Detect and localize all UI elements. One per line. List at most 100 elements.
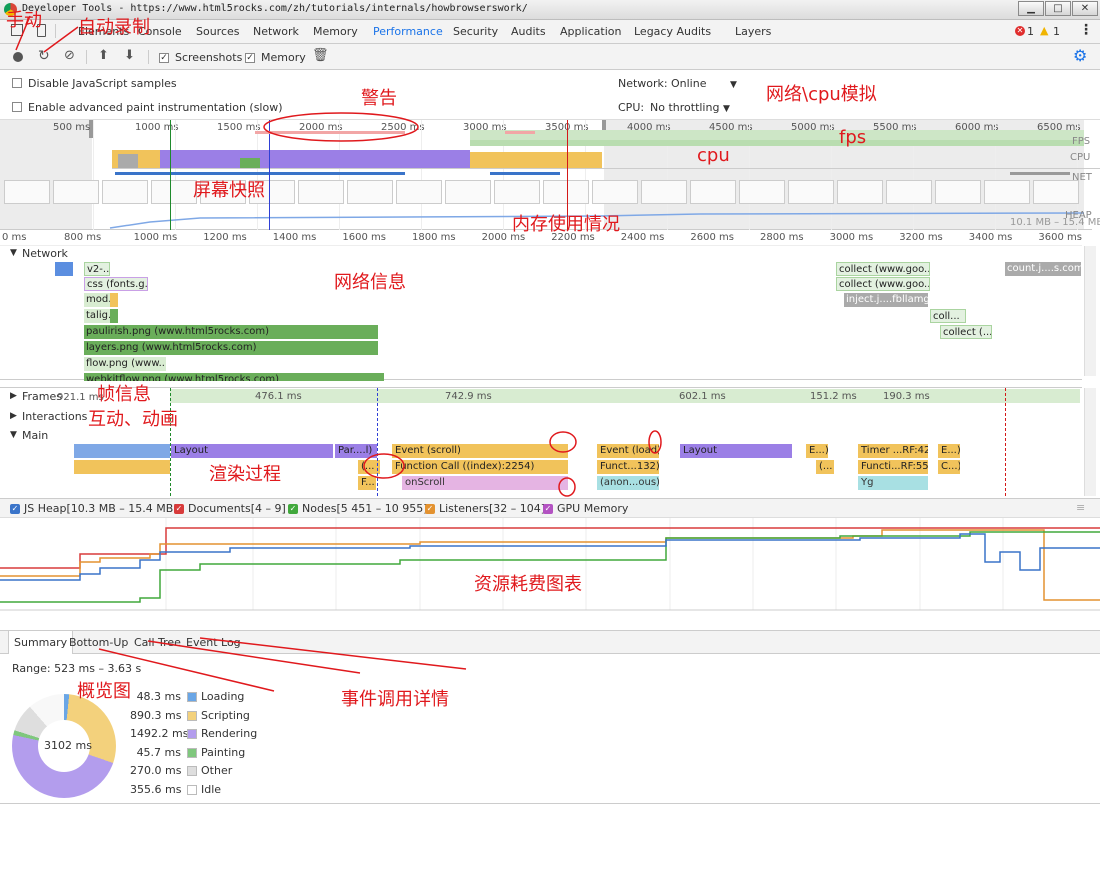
more-menu-icon[interactable]: ⋮ [1079,22,1093,38]
main-event[interactable]: Timer ...RF:42) [858,444,928,458]
tab-performance[interactable]: Performance [373,25,443,38]
screenshot-thumbnail[interactable] [592,180,638,204]
screenshot-thumbnail[interactable] [1033,180,1079,204]
network-request[interactable]: layers.png (www.html5rocks.com) [84,341,378,355]
network-scrollbar[interactable] [1084,246,1096,376]
tab-network[interactable]: Network [253,25,299,38]
screenshot-thumbnail[interactable] [151,180,197,204]
tab-layers[interactable]: Layers [735,25,771,38]
minimize-button[interactable]: ▁ [1018,1,1044,16]
screenshot-thumbnail[interactable] [886,180,932,204]
screenshot-thumbnail[interactable] [788,180,834,204]
network-request[interactable]: paulirish.png (www.html5rocks.com) [84,325,378,339]
screenshot-thumbnail[interactable] [641,180,687,204]
error-icon[interactable]: ✕ [1015,26,1025,36]
main-event[interactable]: E...) [806,444,828,458]
tab-sources[interactable]: Sources [196,25,240,38]
screenshot-thumbnail[interactable] [739,180,785,204]
close-button[interactable]: ✕ [1072,1,1098,16]
screenshot-thumbnail[interactable] [4,180,50,204]
frames-expand-icon[interactable]: ▶ [10,391,17,401]
screenshot-thumbnail[interactable] [53,180,99,204]
annotation-resource-chart: 资源耗费图表 [474,574,582,595]
main-event[interactable]: F... [358,476,376,490]
main-event[interactable]: Par....l) [335,444,377,458]
screenshot-thumbnail[interactable] [494,180,540,204]
network-request[interactable]: collect (www.goo... [836,262,930,276]
legend-gpu-memory[interactable]: ✓ GPU Memory [543,502,628,515]
clear-icon[interactable]: ⊘ [64,48,75,63]
main-event[interactable]: Functi...RF:55) [858,460,928,474]
network-request[interactable]: coll... [930,309,966,323]
legend-menu-icon[interactable]: ≡ [1076,501,1085,514]
network-request[interactable]: talig... [84,309,118,323]
interactions-expand-icon[interactable]: ▶ [10,411,17,421]
network-request[interactable]: count.j....s.com) [1005,262,1081,276]
warning-icon[interactable]: ▲ [1040,24,1048,37]
screenshot-thumbnail[interactable] [396,180,442,204]
screenshots-checkbox[interactable]: ✓ [159,53,169,63]
main-event[interactable]: Function Call ((index):2254) [392,460,568,474]
screenshot-thumbnail[interactable] [935,180,981,204]
screenshot-thumbnail[interactable] [837,180,883,204]
tab-memory[interactable]: Memory [313,25,358,38]
cpu-throttle-label: CPU: [618,101,645,114]
legend-js-heap[interactable]: ✓ JS Heap[10.3 MB – 15.4 MB] [10,502,178,515]
network-request[interactable]: mod... [84,293,118,307]
memory-checkbox[interactable]: ✓ [245,53,255,63]
main-event[interactable]: Yg [858,476,928,490]
trash-icon[interactable]: 🗑 [312,48,329,63]
main-scrollbar[interactable] [1084,388,1096,496]
load-profile-icon[interactable]: ⬆ [98,48,109,63]
tab-summary[interactable]: Summary [8,631,74,654]
main-event[interactable]: Funct...132) [597,460,659,474]
disable-js-samples-checkbox[interactable] [12,78,22,88]
frame-duration: 151.2 ms [810,391,857,402]
network-request[interactable]: css (fonts.g... [84,277,148,291]
legend-listeners[interactable]: ✓ Listeners[32 – 104] [425,502,545,515]
save-profile-icon[interactable]: ⬇ [124,48,135,63]
tab-security[interactable]: Security [453,25,498,38]
main-event[interactable]: (... [816,460,834,474]
detail-tick: 0 ms [2,232,27,243]
screenshot-thumbnail[interactable] [347,180,393,204]
legend-nodes[interactable]: ✓ Nodes[5 451 – 10 955] [288,502,428,515]
network-request[interactable]: flow.png (www.... [84,357,166,371]
screenshot-thumbnail[interactable] [298,180,344,204]
network-expand-icon[interactable]: ▼ [10,248,17,258]
advanced-paint-checkbox[interactable] [12,102,22,112]
legend-documents[interactable]: ✓ Documents[4 – 9] [174,502,286,515]
network-request[interactable]: collect (www.goo... [836,277,930,291]
screenshot-thumbnail[interactable] [445,180,491,204]
main-event[interactable]: E...) [938,444,960,458]
reload-record-icon[interactable]: ↻ [38,48,50,64]
tab-application[interactable]: Application [560,25,621,38]
tab-legacy-audits[interactable]: Legacy Audits [634,25,711,38]
tab-audits[interactable]: Audits [511,25,546,38]
main-event[interactable]: Event (load) [597,444,659,458]
screenshot-thumbnail[interactable] [102,180,148,204]
main-event[interactable]: onScroll [402,476,568,490]
record-button[interactable] [13,52,23,62]
tab-bottom-up[interactable]: Bottom-Up [69,636,128,649]
interactions-label: Interactions [22,410,88,423]
screenshot-thumbnail[interactable] [543,180,589,204]
screenshot-thumbnail[interactable] [984,180,1030,204]
main-expand-icon[interactable]: ▼ [10,430,17,440]
cpu-throttle-select[interactable]: No throttling ▼ [650,101,730,114]
network-request[interactable]: inject.j....fbllamg) [844,293,928,307]
maximize-button[interactable]: □ [1045,1,1071,16]
tab-call-tree[interactable]: Call Tree [134,636,181,649]
tab-event-log[interactable]: Event Log [186,636,241,649]
main-event[interactable]: Layout [171,444,333,458]
main-event[interactable]: (anon...ous) [597,476,659,490]
network-request[interactable]: v2-... [84,262,110,276]
main-event[interactable]: Layout [680,444,792,458]
settings-gear-icon[interactable]: ⚙ [1073,46,1087,65]
main-event[interactable]: C...) [938,460,960,474]
network-request[interactable]: collect (... [940,325,992,339]
network-throttle-select[interactable]: Online ▼ [671,77,737,90]
screenshot-thumbnail[interactable] [690,180,736,204]
main-event[interactable]: Event (scroll) [392,444,568,458]
summary-label: Loading [201,690,245,703]
